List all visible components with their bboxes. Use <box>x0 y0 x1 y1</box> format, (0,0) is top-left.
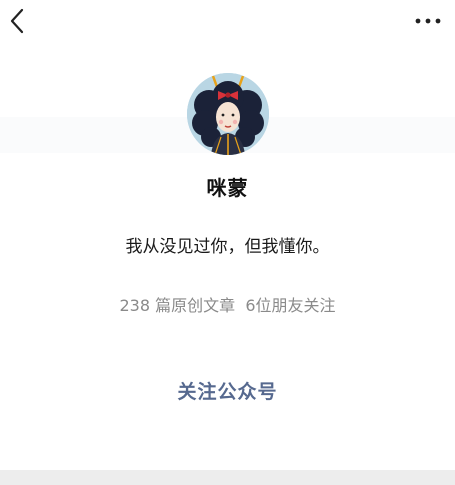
articles-count: 238 <box>119 296 151 315</box>
account-stats: 238 篇原创文章 6位朋友关注 <box>0 292 455 316</box>
more-button[interactable] <box>413 8 443 34</box>
more-horizontal-icon <box>415 18 441 24</box>
avatar[interactable] <box>187 73 269 155</box>
follow-account-button[interactable]: 关注公众号 <box>140 372 315 412</box>
back-button[interactable] <box>6 6 32 36</box>
friends-count: 6 <box>245 296 256 315</box>
account-bio: 我从没见过你，但我懂你。 <box>125 237 330 257</box>
stats-gap <box>235 296 245 315</box>
chevron-left-icon <box>10 8 24 34</box>
articles-label: 篇原创文章 <box>155 296 236 315</box>
section-divider <box>0 470 455 485</box>
friends-label: 位朋友关注 <box>255 296 336 315</box>
account-name: 咪蒙 <box>206 176 249 200</box>
account-profile-page: 咪蒙 我从没见过你，但我懂你。 238 篇原创文章 6位朋友关注 关注公众号 <box>0 0 455 485</box>
cartoon-girl-avatar-image <box>187 73 269 155</box>
top-bar <box>0 0 455 44</box>
